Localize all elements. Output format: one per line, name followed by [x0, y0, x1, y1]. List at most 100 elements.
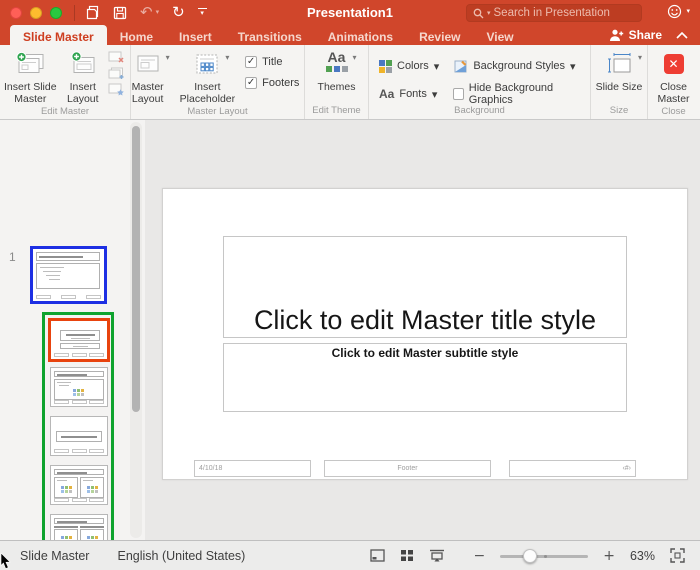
- zoom-slider-thumb[interactable]: [523, 548, 538, 563]
- layout-thumbnail-section-header[interactable]: [50, 416, 108, 456]
- undo-caret-icon[interactable]: ▾: [156, 9, 160, 16]
- status-language[interactable]: English (United States): [117, 549, 245, 563]
- tab-animations[interactable]: Animations: [315, 25, 406, 45]
- insert-layout-icon: [71, 51, 95, 73]
- fonts-button[interactable]: Aa Fonts ▾: [379, 85, 439, 103]
- colors-button[interactable]: Colors ▾: [379, 57, 439, 75]
- slide-size-icon: [607, 53, 631, 73]
- slide-sorter-view-icon[interactable]: [400, 549, 414, 562]
- insert-placeholder-button[interactable]: ▾ Insert Placeholder: [176, 50, 239, 106]
- minimize-window-button[interactable]: [30, 6, 42, 19]
- master-slide-thumbnail[interactable]: [30, 246, 107, 304]
- fit-slide-to-window-icon[interactable]: [670, 548, 685, 563]
- layout-thumbnail-title-slide[interactable]: [48, 318, 110, 362]
- feedback-caret-icon: ▾: [686, 7, 690, 15]
- slide-thumbnail-panel[interactable]: 1: [0, 120, 145, 570]
- ribbon-group-edit-master: Insert Slide Master Insert Layout Edit M…: [0, 45, 131, 119]
- ribbon-group-master-layout: ▾ Master Layout ▾ Insert Placeholder ✓ T…: [131, 45, 305, 119]
- redo-icon[interactable]: ↻: [172, 5, 185, 20]
- tab-home[interactable]: Home: [107, 25, 166, 45]
- zoom-in-button[interactable]: +: [603, 549, 615, 563]
- new-presentation-icon[interactable]: [85, 5, 100, 20]
- footers-checkbox[interactable]: ✓ Footers: [245, 77, 299, 89]
- layout-thumbnail-title-and-content[interactable]: [50, 367, 108, 407]
- footers-checkbox-box[interactable]: ✓: [245, 77, 258, 89]
- master-title-placeholder[interactable]: Click to edit Master title style: [223, 236, 627, 338]
- layout-thumbnail-two-content[interactable]: [50, 465, 108, 505]
- hide-background-graphics-box[interactable]: [453, 88, 464, 100]
- share-label: Share: [628, 28, 662, 42]
- close-window-button[interactable]: [10, 6, 22, 19]
- search-scope-caret-icon[interactable]: ▾: [487, 9, 491, 17]
- themes-icon: Aa: [325, 50, 348, 72]
- slide-size-caret-icon: ▾: [637, 53, 642, 62]
- slideshow-view-icon[interactable]: [429, 549, 445, 562]
- thumbnail-scrollbar-thumb[interactable]: [132, 126, 140, 412]
- title-checkbox-label: Title: [262, 56, 283, 68]
- search-placeholder: Search in Presentation: [493, 7, 610, 19]
- slide-editing-area[interactable]: Click to edit Master title style Click t…: [162, 188, 688, 480]
- thumbnail-scrollbar-track[interactable]: [130, 122, 142, 538]
- background-styles-button[interactable]: Background Styles ▾: [453, 57, 580, 75]
- footer-placeholder[interactable]: Footer: [324, 460, 491, 477]
- close-master-button[interactable]: ✕ Close Master: [648, 50, 699, 106]
- ribbon-group-close: ✕ Close Master Close: [648, 45, 699, 119]
- tab-slide-master[interactable]: Slide Master: [10, 25, 107, 45]
- master-title-text: Click to edit Master title style: [253, 304, 597, 335]
- footers-checkbox-label: Footers: [262, 77, 300, 89]
- normal-view-icon[interactable]: [369, 549, 385, 562]
- slide-number-placeholder[interactable]: ‹#›: [509, 460, 636, 477]
- app-header: ↶ ▾ ↻ ▾ Presentation1 ▾ Search in Presen…: [0, 0, 700, 45]
- slide-canvas: Click to edit Master title style Click t…: [145, 120, 700, 540]
- master-layout-button[interactable]: ▾ Master Layout: [128, 50, 170, 106]
- title-checkbox[interactable]: ✓ Title: [245, 56, 299, 68]
- hide-background-graphics-checkbox[interactable]: Hide Background Graphics: [453, 82, 580, 106]
- title-checkbox-box[interactable]: ✓: [245, 56, 258, 68]
- powerpoint-window: ↶ ▾ ↻ ▾ Presentation1 ▾ Search in Presen…: [0, 0, 700, 570]
- date-text: 4/10/18: [199, 465, 223, 472]
- feedback-control[interactable]: ▾: [667, 4, 690, 19]
- tab-view[interactable]: View: [473, 25, 526, 45]
- quick-access-toolbar: ↶ ▾ ↻ ▾: [85, 5, 207, 20]
- share-button[interactable]: Share: [609, 28, 662, 42]
- background-styles-icon: [454, 60, 467, 72]
- fonts-caret-icon: ▾: [431, 88, 438, 101]
- undo-icon[interactable]: ↶: [140, 5, 153, 20]
- ribbon-tabs: Slide Master Home Insert Transitions Ani…: [0, 25, 700, 45]
- insert-layout-button[interactable]: Insert Layout: [61, 50, 105, 106]
- date-placeholder[interactable]: 4/10/18: [194, 460, 311, 477]
- customize-toolbar-icon[interactable]: ▾: [197, 7, 207, 18]
- insert-placeholder-caret-icon: ▾: [225, 53, 230, 62]
- zoom-level[interactable]: 63%: [630, 549, 655, 563]
- status-view-name: Slide Master: [20, 548, 90, 563]
- window-controls: [0, 6, 62, 19]
- footer-text: Footer: [397, 465, 418, 472]
- collapse-ribbon-icon[interactable]: [676, 31, 688, 39]
- ribbon: Insert Slide Master Insert Layout Edit M…: [0, 45, 700, 120]
- status-bar: Slide Master English (United States) − +…: [0, 540, 700, 570]
- master-layout-caret-icon: ▾: [165, 53, 170, 62]
- themes-button[interactable]: Aa ▾ Themes: [314, 50, 360, 93]
- search-icon: [473, 8, 484, 18]
- preserve-master-icon[interactable]: [108, 83, 125, 96]
- search-input[interactable]: ▾ Search in Presentation: [466, 4, 642, 22]
- save-icon[interactable]: [113, 6, 127, 20]
- delete-slide-icon[interactable]: [108, 51, 125, 64]
- share-person-icon: [609, 29, 623, 41]
- smiley-icon: [668, 4, 682, 19]
- insert-slide-master-button[interactable]: Insert Slide Master: [0, 50, 61, 106]
- fullscreen-window-button[interactable]: [50, 6, 62, 19]
- close-master-icon: ✕: [663, 54, 684, 74]
- ribbon-group-background: Colors ▾ Aa Fonts ▾ Background Styles ▾ …: [369, 45, 591, 119]
- duplicate-slide-icon[interactable]: [108, 67, 125, 80]
- tab-insert[interactable]: Insert: [166, 25, 225, 45]
- tab-transitions[interactable]: Transitions: [225, 25, 315, 45]
- master-subtitle-text: Click to edit Master subtitle style: [331, 346, 519, 360]
- master-slide-number: 1: [9, 250, 16, 264]
- zoom-out-button[interactable]: −: [474, 549, 486, 563]
- tab-review[interactable]: Review: [406, 25, 473, 45]
- slide-size-button[interactable]: ▾ Slide Size: [592, 50, 647, 93]
- zoom-slider[interactable]: [500, 548, 589, 563]
- master-subtitle-placeholder[interactable]: Click to edit Master subtitle style: [223, 343, 627, 412]
- colors-label: Colors: [397, 60, 429, 72]
